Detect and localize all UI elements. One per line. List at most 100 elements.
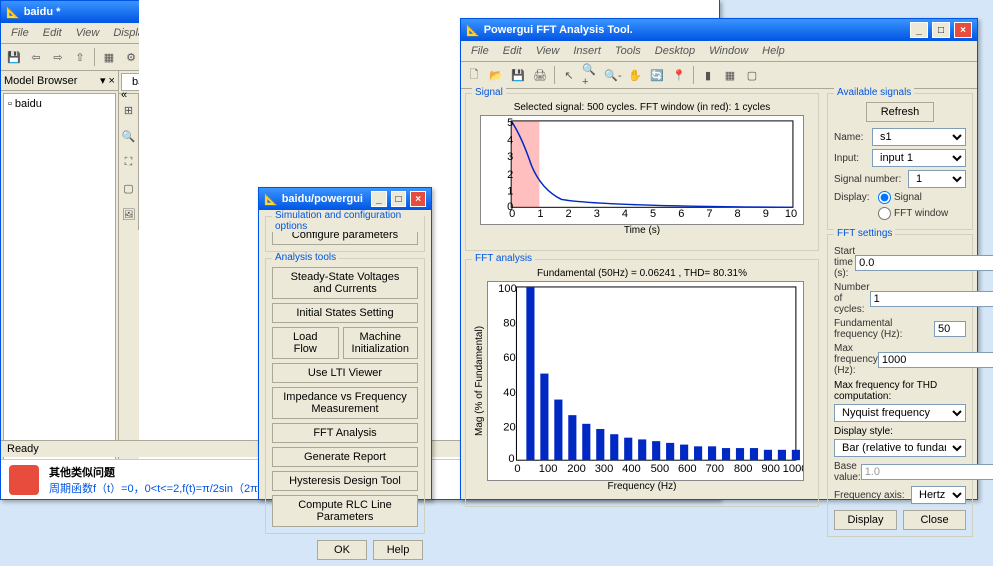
signal-plot[interactable]: 543210 012345678910 (480, 115, 804, 225)
svg-text:0: 0 (509, 208, 515, 220)
style-select[interactable]: Bar (relative to fundamental) (834, 439, 966, 457)
status-text: Ready (7, 443, 39, 455)
cycles-label: Number of cycles: (834, 282, 870, 315)
name-select[interactable]: s1 (872, 128, 966, 146)
cycles-input[interactable] (870, 291, 993, 307)
fft-group-title: FFT analysis (472, 253, 535, 264)
help-button[interactable]: Help (373, 540, 423, 560)
similar-questions: 其他类似问题 (49, 464, 264, 480)
pointer-icon[interactable]: ↖ (559, 65, 579, 85)
powergui-title: baidu/powergui (282, 193, 363, 205)
pan-icon[interactable]: ✋ (625, 65, 645, 85)
browser-dropdown-icon[interactable]: ▾ × (100, 74, 115, 87)
fft-plot-title: Fundamental (50Hz) = 0.06241 , THD= 80.3… (472, 268, 812, 279)
legend-icon[interactable]: ▦ (720, 65, 740, 85)
menu-file[interactable]: File (465, 43, 495, 59)
menu-desktop[interactable]: Desktop (649, 43, 701, 59)
minimize-button[interactable]: _ (910, 22, 928, 38)
svg-text:6: 6 (678, 208, 684, 220)
save-icon[interactable]: 💾 (508, 65, 528, 85)
initial-states-button[interactable]: Initial States Setting (272, 303, 418, 323)
svg-text:3: 3 (507, 151, 513, 163)
menu-file[interactable]: File (5, 25, 35, 41)
close-button[interactable]: × (954, 22, 972, 38)
library-icon[interactable]: ▦ (99, 47, 119, 67)
display-button[interactable]: Display (834, 510, 897, 530)
save-icon[interactable]: 💾 (4, 47, 24, 67)
hysteresis-button[interactable]: Hysteresis Design Tool (272, 471, 418, 491)
menu-insert[interactable]: Insert (567, 43, 607, 59)
image-icon[interactable]: 🖼 (119, 204, 139, 224)
fft-plot[interactable]: 100806040200 010020030040050060070080090… (487, 281, 804, 481)
powergui-titlebar[interactable]: 📐 baidu/powergui _ □ × (259, 188, 431, 210)
sim-options-group: Simulation and configuration options Con… (265, 216, 425, 252)
lti-viewer-button[interactable]: Use LTI Viewer (272, 363, 418, 383)
start-input[interactable] (855, 255, 993, 271)
ok-button[interactable]: OK (317, 540, 367, 560)
menu-view[interactable]: View (70, 25, 106, 41)
signum-select[interactable]: 1 (908, 170, 966, 188)
open-icon[interactable]: 📂 (486, 65, 506, 85)
menu-edit[interactable]: Edit (497, 43, 528, 59)
svg-text:20: 20 (503, 422, 515, 434)
analysis-tools-group: Analysis tools Steady-State Voltages and… (265, 258, 425, 534)
fund-input[interactable] (934, 321, 966, 337)
maximize-button[interactable]: □ (391, 191, 407, 207)
generate-report-button[interactable]: Generate Report (272, 447, 418, 467)
colorbar-icon[interactable]: ▮ (698, 65, 718, 85)
fft-settings-group: FFT settings Start time (s): Number of c… (827, 234, 973, 537)
nav-icon[interactable]: ⊞ (119, 100, 139, 120)
datatip-icon[interactable]: 📍 (669, 65, 689, 85)
zoom-in-icon[interactable]: 🔍+ (581, 65, 601, 85)
svg-text:600: 600 (678, 463, 697, 475)
zoom-out-icon[interactable]: 🔍- (603, 65, 623, 85)
menu-window[interactable]: Window (703, 43, 754, 59)
signal-radio[interactable] (878, 191, 891, 204)
svg-text:100: 100 (539, 463, 558, 475)
maximize-button[interactable]: □ (932, 22, 950, 38)
svg-text:0: 0 (514, 463, 520, 475)
tree-root[interactable]: baidu (15, 98, 42, 110)
up-icon[interactable]: ⇧ (70, 47, 90, 67)
new-icon[interactable]: 🗋 (464, 65, 484, 85)
thd-select[interactable]: Nyquist frequency (834, 404, 966, 422)
menu-help[interactable]: Help (756, 43, 791, 59)
fftwindow-radio[interactable] (878, 207, 891, 220)
back-icon[interactable]: ⇦ (26, 47, 46, 67)
axis-select[interactable]: Hertz (911, 486, 966, 504)
menu-view[interactable]: View (530, 43, 566, 59)
menu-edit[interactable]: Edit (37, 25, 68, 41)
svg-text:700: 700 (705, 463, 724, 475)
fft-analysis-button[interactable]: FFT Analysis (272, 423, 418, 443)
base-input (861, 464, 993, 480)
formula-link[interactable]: 周期函数f（t）=0，0<t<=2,f(t)=π/2sin（2πt/ (49, 480, 264, 496)
fit-icon[interactable]: ⛶ (119, 152, 139, 172)
model-tree[interactable]: ▫ baidu (3, 93, 116, 487)
fwd-icon[interactable]: ⇨ (48, 47, 68, 67)
available-signals-group: Available signals Refresh Name:s1 Input:… (827, 93, 973, 230)
minimize-button[interactable]: _ (371, 191, 387, 207)
refresh-button[interactable]: Refresh (866, 102, 935, 122)
load-flow-button[interactable]: Load Flow (272, 327, 339, 359)
impedance-button[interactable]: Impedance vs Frequency Measurement (272, 387, 418, 419)
print-icon[interactable]: 🖨 (530, 65, 550, 85)
zoom-icon[interactable]: 🔍 (119, 126, 139, 146)
svg-text:7: 7 (706, 208, 712, 220)
svg-text:300: 300 (595, 463, 614, 475)
rotate-icon[interactable]: 🔄 (647, 65, 667, 85)
input-select[interactable]: input 1 (872, 149, 966, 167)
svg-text:200: 200 (567, 463, 586, 475)
annotate-icon[interactable]: ▢ (119, 178, 139, 198)
config-icon[interactable]: ⚙ (121, 47, 141, 67)
fund-label: Fundamental frequency (Hz): (834, 318, 934, 340)
fft-menubar: File Edit View Insert Tools Desktop Wind… (461, 41, 977, 62)
machine-init-button[interactable]: Machine Initialization (343, 327, 418, 359)
steady-state-button[interactable]: Steady-State Voltages and Currents (272, 267, 418, 299)
menu-tools[interactable]: Tools (609, 43, 647, 59)
axes-icon[interactable]: ▢ (742, 65, 762, 85)
maxf-input[interactable] (878, 352, 993, 368)
fft-titlebar[interactable]: 📐 Powergui FFT Analysis Tool. _ □ × (461, 19, 977, 41)
close-button[interactable]: Close (903, 510, 966, 530)
start-label: Start time (s): (834, 246, 855, 279)
close-button[interactable]: × (410, 191, 426, 207)
